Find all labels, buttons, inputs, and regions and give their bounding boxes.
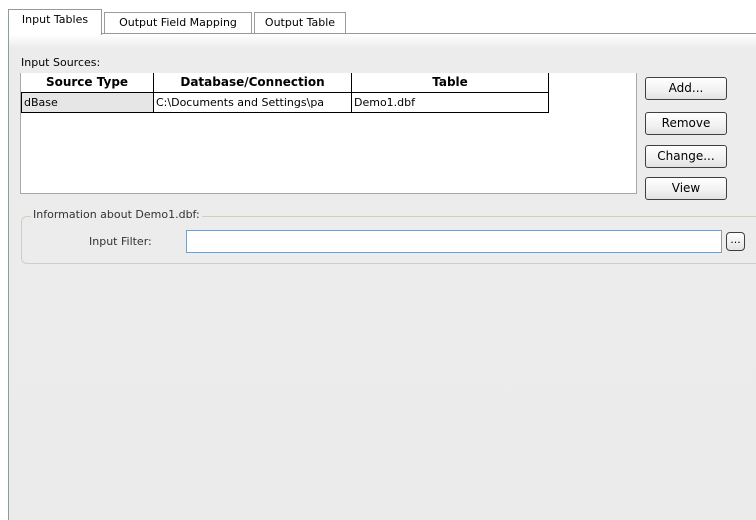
change-button[interactable]: Change... — [645, 145, 727, 168]
input-tables-dialog: Input Tables Output Field Mapping Output… — [0, 0, 756, 520]
column-header-source-type[interactable]: Source Type — [21, 73, 154, 93]
tab-input-tables[interactable]: Input Tables — [8, 9, 102, 35]
view-button[interactable]: View — [645, 177, 727, 200]
table-row[interactable]: dBase C:\Documents and Settings\pa Demo1… — [21, 93, 549, 113]
cell-table[interactable]: Demo1.dbf — [352, 93, 549, 113]
info-group-title: Information about Demo1.dbf: — [31, 208, 202, 221]
add-button[interactable]: Add... — [645, 77, 727, 100]
browse-filter-button[interactable]: ... — [726, 232, 745, 251]
input-sources-label: Input Sources: — [21, 56, 101, 69]
cell-source-type[interactable]: dBase — [21, 93, 154, 113]
remove-button[interactable]: Remove — [645, 112, 727, 135]
input-sources-grid[interactable]: Source Type Database/Connection Table dB… — [20, 73, 637, 194]
tab-output-table[interactable]: Output Table — [254, 12, 346, 34]
column-header-database-connection[interactable]: Database/Connection — [154, 73, 352, 93]
input-filter-label: Input Filter: — [89, 235, 152, 248]
cell-database-connection[interactable]: C:\Documents and Settings\pa — [154, 93, 352, 113]
column-header-table[interactable]: Table — [352, 73, 549, 93]
input-filter-field[interactable] — [186, 230, 722, 253]
tab-output-field-mapping[interactable]: Output Field Mapping — [104, 12, 252, 34]
grid-header: Source Type Database/Connection Table — [21, 73, 549, 93]
